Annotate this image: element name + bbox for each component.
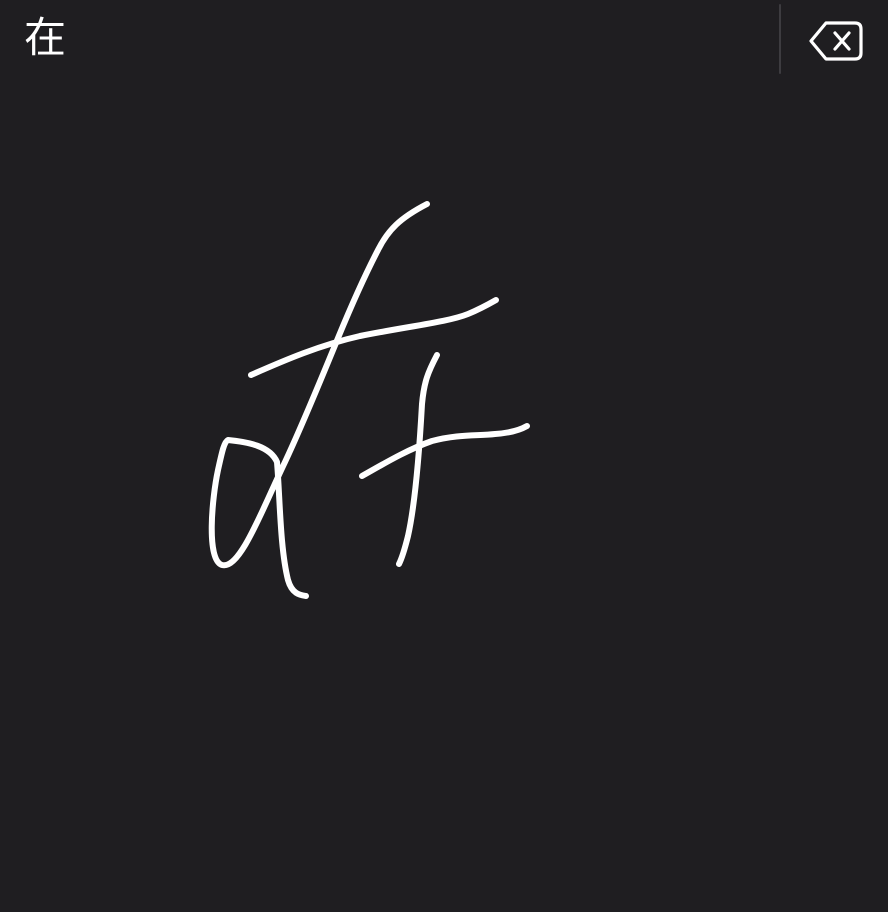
stroke-2 [248, 297, 499, 378]
handwritten-strokes [208, 201, 530, 599]
handwriting-canvas[interactable] [0, 78, 888, 912]
stroke-1 [208, 201, 430, 599]
handwriting-keyboard: 在 [0, 0, 888, 912]
stroke-3 [396, 352, 440, 567]
stroke-4 [359, 423, 530, 479]
